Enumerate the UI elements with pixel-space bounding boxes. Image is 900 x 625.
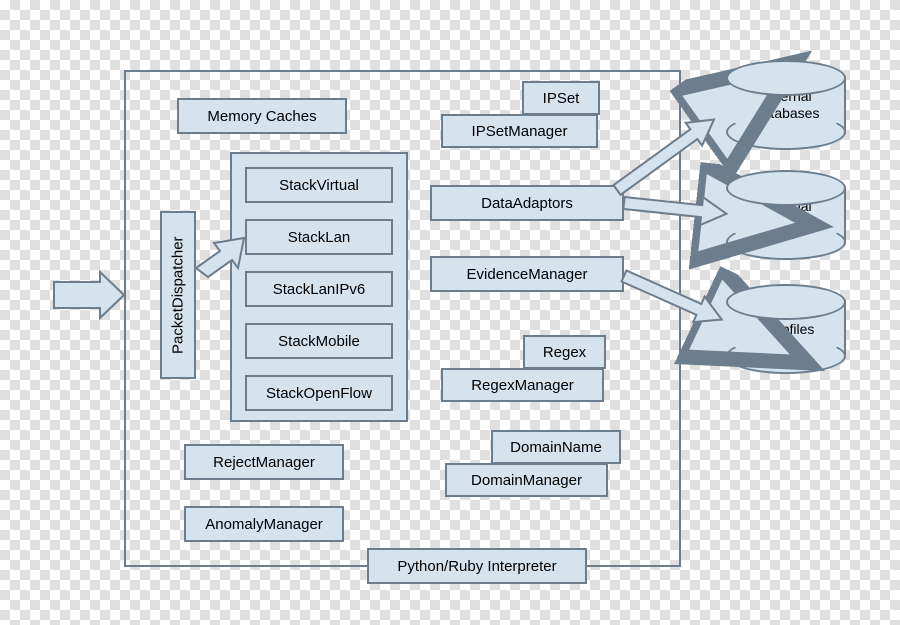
input-arrow-icon: [54, 272, 124, 318]
evidence-manager-box: EvidenceManager: [430, 256, 624, 292]
stack-lan-box: StackLan: [245, 219, 393, 255]
interpreter-box: Python/Ruby Interpreter: [367, 548, 587, 584]
external-db-cyl-1: External Databases: [726, 60, 846, 150]
anomaly-manager-box: AnomalyManager: [184, 506, 344, 542]
domain-manager-box: DomainManager: [445, 463, 608, 497]
domain-name-box: DomainName: [491, 430, 621, 464]
stack-virtual-box: StackVirtual: [245, 167, 393, 203]
stack-mobile-box: StackMobile: [245, 323, 393, 359]
pcapfiles-cyl: Pcapfiles: [726, 284, 846, 374]
reject-manager-box: RejectManager: [184, 444, 344, 480]
data-adaptors-box: DataAdaptors: [430, 185, 624, 221]
stack-openflow-box: StackOpenFlow: [245, 375, 393, 411]
packet-dispatcher-box: PacketDispatcher: [160, 211, 196, 379]
ipset-box: IPSet: [522, 81, 600, 115]
pcapfiles-label: Pcapfiles: [758, 321, 815, 338]
stack-lan-ipv6-box: StackLanIPv6: [245, 271, 393, 307]
diagram-stage: Memory Caches PacketDispatcher StackVirt…: [0, 0, 900, 625]
ipset-manager-box: IPSetManager: [441, 114, 598, 148]
regex-manager-box: RegexManager: [441, 368, 604, 402]
memory-caches-box: Memory Caches: [177, 98, 347, 134]
regex-box: Regex: [523, 335, 606, 369]
external-db-cyl-2: External Databases: [726, 170, 846, 260]
